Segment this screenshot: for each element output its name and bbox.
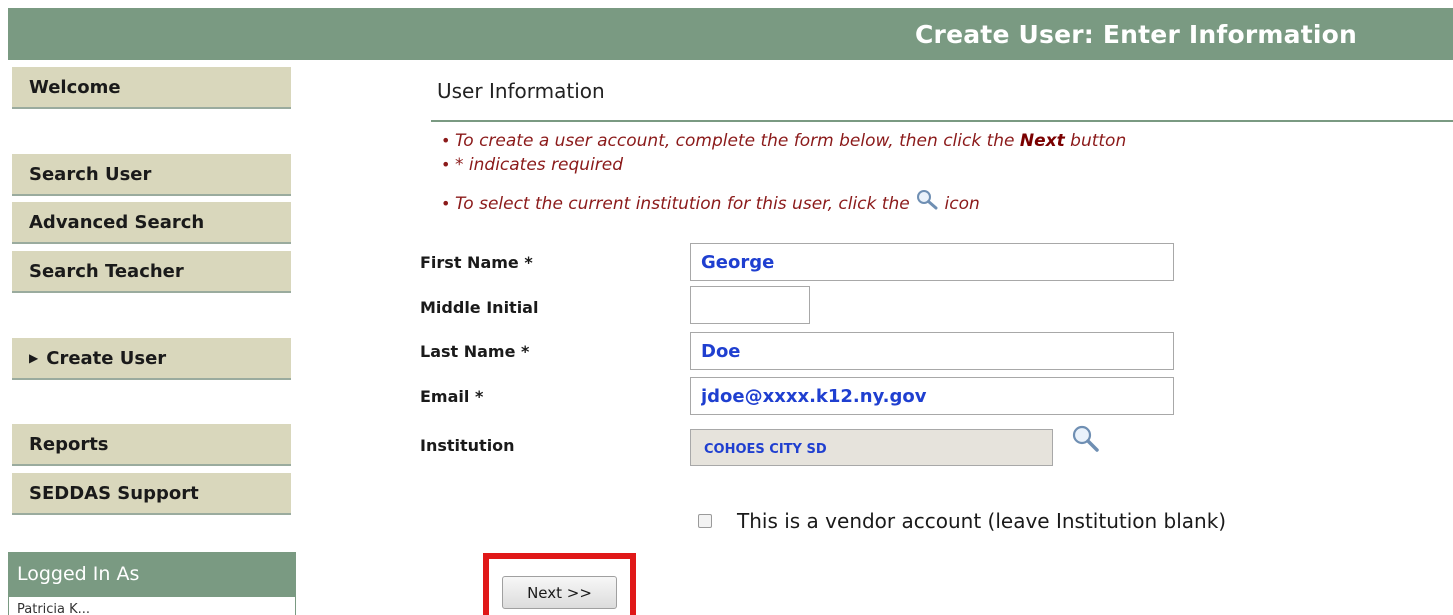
instruction-line-3: • To select the current institution for t… bbox=[441, 189, 980, 214]
sidebar-item-label: Search User bbox=[29, 164, 152, 185]
next-button[interactable]: Next >> bbox=[502, 576, 617, 609]
sidebar-item-search-user[interactable]: Search User bbox=[12, 154, 291, 196]
bullet: • bbox=[441, 155, 451, 174]
middle-initial-label: Middle Initial bbox=[420, 298, 539, 317]
instruction-text: icon bbox=[939, 194, 980, 214]
section-divider bbox=[431, 120, 1453, 122]
institution-field: COHOES CITY SD bbox=[690, 429, 1053, 466]
instruction-line-1: • To create a user account, complete the … bbox=[441, 131, 1126, 151]
last-name-label: Last Name * bbox=[420, 342, 530, 361]
first-name-label: First Name * bbox=[420, 253, 533, 272]
middle-initial-field[interactable] bbox=[690, 286, 810, 324]
sidebar-item-seddas-support[interactable]: SEDDAS Support bbox=[12, 473, 291, 515]
page-title: Create User: Enter Information bbox=[915, 20, 1357, 49]
sidebar-item-advanced-search[interactable]: Advanced Search bbox=[12, 202, 291, 244]
instruction-next-keyword: Next bbox=[1019, 131, 1065, 151]
instruction-line-2: • * indicates required bbox=[441, 155, 623, 175]
instruction-text: To select the current institution for th… bbox=[455, 194, 916, 214]
caret-right-icon: ▶ bbox=[29, 351, 39, 365]
sidebar-item-welcome[interactable]: Welcome bbox=[12, 67, 291, 109]
sidebar-item-label: Advanced Search bbox=[29, 212, 205, 233]
sidebar-item-label: Search Teacher bbox=[29, 261, 184, 282]
logged-in-user: Patricia K... bbox=[17, 602, 91, 615]
instruction-text: To create a user account, complete the f… bbox=[455, 131, 1020, 151]
sidebar-item-create-user[interactable]: ▶ Create User bbox=[12, 338, 291, 380]
sidebar-item-reports[interactable]: Reports bbox=[12, 424, 291, 466]
sidebar-item-label: Welcome bbox=[29, 77, 121, 98]
page-header: Create User: Enter Information bbox=[8, 8, 1453, 60]
logged-in-panel: Logged In As Patricia K... bbox=[8, 552, 296, 615]
sidebar-item-label: Create User bbox=[46, 348, 167, 369]
instruction-text: button bbox=[1064, 131, 1127, 151]
logged-in-title: Logged In As bbox=[9, 553, 295, 597]
vendor-account-checkbox[interactable] bbox=[698, 514, 712, 528]
sidebar-item-search-teacher[interactable]: Search Teacher bbox=[12, 251, 291, 293]
section-title: User Information bbox=[437, 79, 605, 103]
magnifier-icon bbox=[917, 190, 938, 210]
email-field[interactable] bbox=[690, 377, 1174, 415]
institution-label: Institution bbox=[420, 436, 515, 455]
vendor-account-label: This is a vendor account (leave Institut… bbox=[737, 509, 1227, 533]
instruction-text: * indicates required bbox=[455, 155, 624, 175]
first-name-field[interactable] bbox=[690, 243, 1174, 281]
bullet: • bbox=[441, 131, 451, 150]
bullet: • bbox=[441, 194, 451, 213]
last-name-field[interactable] bbox=[690, 332, 1174, 370]
magnifier-icon[interactable] bbox=[1070, 423, 1100, 455]
sidebar-item-label: Reports bbox=[29, 434, 109, 455]
email-label: Email * bbox=[420, 387, 484, 406]
sidebar-item-label: SEDDAS Support bbox=[29, 483, 199, 504]
